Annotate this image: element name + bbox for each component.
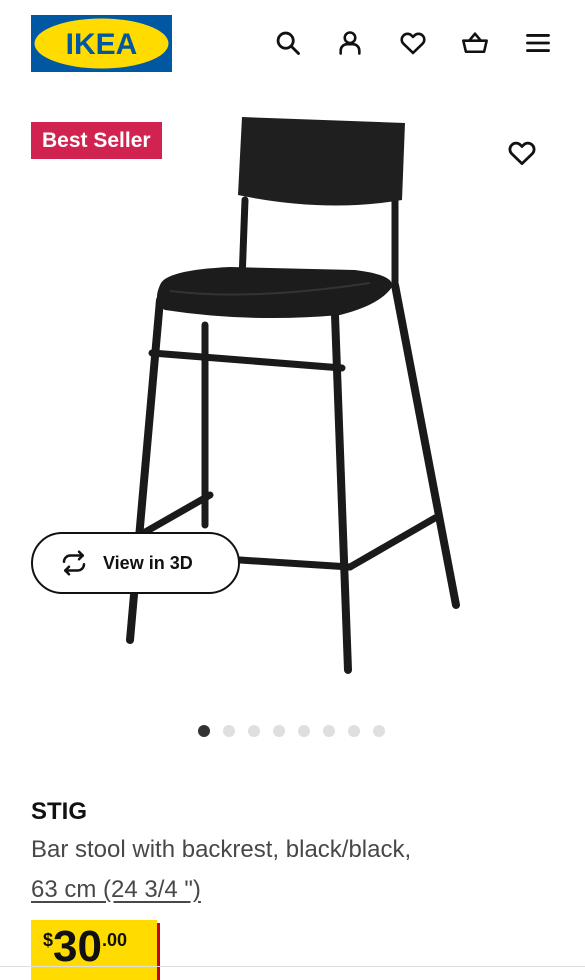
menu-icon[interactable] [521,26,555,60]
view-in-3d-label: View in 3D [103,552,193,573]
price-currency: $ [43,930,54,950]
view-in-3d-button[interactable]: View in 3D [31,532,240,594]
carousel-dot-5[interactable] [298,725,310,737]
cart-icon[interactable] [458,26,492,60]
heart-icon [508,141,536,165]
price-integer: 30 [53,922,102,971]
product-image-bar-stool[interactable] [110,105,490,685]
carousel-dot-3[interactable] [248,725,260,737]
carousel-dot-8[interactable] [373,725,385,737]
ikea-logo[interactable]: IKEA [31,15,172,72]
price-tag: $ 30 .00 [31,920,157,980]
account-icon[interactable] [333,26,367,60]
logo-text: IKEA [66,28,138,61]
product-description: Bar stool with backrest, black/black, [31,836,412,863]
product-name: STIG [31,798,88,825]
price-decimals: .00 [101,930,127,950]
search-icon[interactable] [271,26,305,60]
save-to-favorites-button[interactable] [503,134,541,172]
rotate-3d-icon [62,550,86,576]
carousel-dot-2[interactable] [223,725,235,737]
carousel-dot-7[interactable] [348,725,360,737]
best-seller-badge: Best Seller [31,122,162,159]
top-header: IKEA [0,0,585,90]
divider [0,966,585,967]
favorites-icon[interactable] [396,26,430,60]
image-carousel-dots [198,725,385,737]
carousel-dot-4[interactable] [273,725,285,737]
product-size-link[interactable]: 63 cm (24 3/4 ") [31,876,201,904]
carousel-dot-6[interactable] [323,725,335,737]
carousel-dot-1[interactable] [198,725,210,737]
